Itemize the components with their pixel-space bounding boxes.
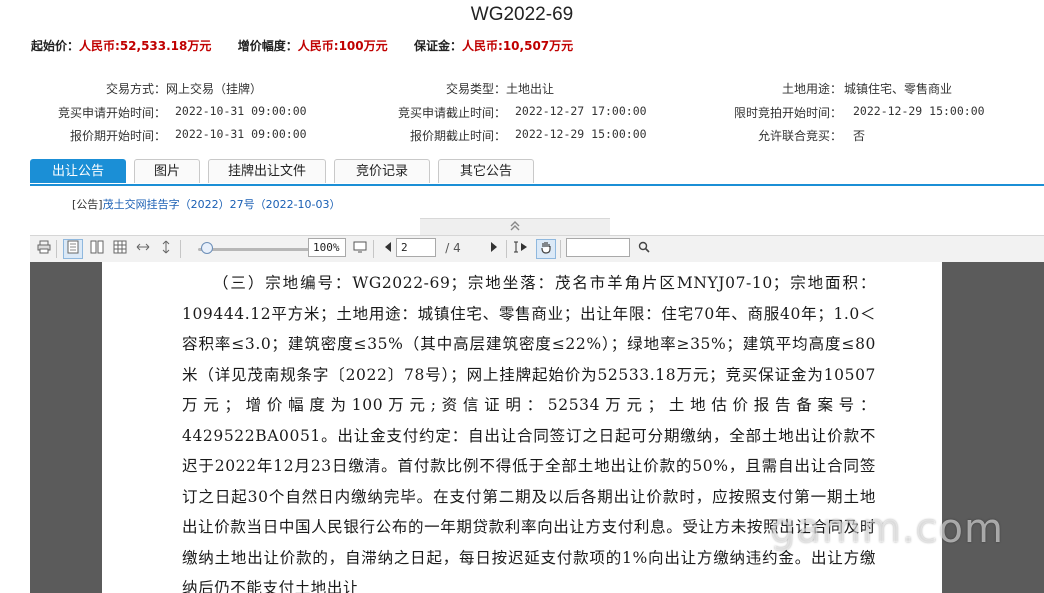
trade-method-value: 网上交易（挂牌） (166, 82, 263, 96)
page-title: WG2022-69 (470, 4, 574, 25)
fit-height-icon[interactable] (156, 239, 176, 259)
zoom-slider-handle[interactable] (201, 242, 213, 254)
trade-method-label: 交易方式： (105, 82, 166, 96)
tab-announcement[interactable]: 出让公告 (30, 159, 126, 183)
notice-tag: [公告] (72, 198, 103, 211)
zoom-field[interactable]: 100% (308, 238, 346, 257)
fullscreen-icon[interactable] (350, 239, 370, 259)
quote-start-label: 报价期开始时间： (69, 129, 166, 143)
land-use-label: 土地用途： (781, 82, 842, 96)
joint-bid-label: 允许联合竞买： (757, 129, 842, 143)
tab-listing-files[interactable]: 挂牌出让文件 (208, 159, 326, 183)
deposit-label: 保证金： (414, 39, 463, 53)
joint-bid-value: 否 (853, 129, 866, 143)
single-page-icon[interactable] (63, 239, 83, 259)
search-icon[interactable] (634, 239, 654, 259)
grid-view-icon[interactable] (110, 239, 130, 259)
chevron-double-up-icon (509, 221, 521, 234)
text-select-icon[interactable] (512, 239, 532, 259)
tab-other-announcements[interactable]: 其它公告 (438, 159, 534, 183)
quote-end-value: 2022-12-29 15:00:00 (515, 127, 647, 141)
notice-link[interactable]: 茂土交网挂告字（2022）27号（2022-10-03） (103, 198, 341, 211)
fit-width-icon[interactable] (133, 239, 153, 259)
two-page-icon[interactable] (87, 239, 107, 259)
tab-bid-records[interactable]: 竞价记录 (334, 159, 430, 183)
tab-images[interactable]: 图片 (134, 159, 200, 183)
auction-time-value: 2022-12-29 15:00:00 (853, 104, 985, 118)
quote-end-label: 报价期截止时间： (409, 129, 506, 143)
prev-page-icon[interactable] (378, 239, 398, 259)
trade-type-label: 交易类型： (445, 82, 506, 96)
apply-end-value: 2022-12-27 17:00:00 (515, 104, 647, 118)
apply-start-label: 竞买申请开始时间： (57, 106, 166, 120)
deposit-value: 人民币:10,507万元 (462, 39, 574, 53)
page-total: / 4 (445, 241, 461, 255)
hand-tool-icon[interactable] (536, 239, 556, 259)
page-number-field[interactable]: 2 (396, 238, 436, 257)
price-summary: 起始价：人民币:52,533.18万元 增价幅度：人民币:100万元 保证金：人… (31, 37, 573, 54)
apply-start-value: 2022-10-31 09:00:00 (175, 104, 307, 118)
print-icon[interactable] (34, 239, 54, 259)
apply-end-label: 竞买申请截止时间： (397, 106, 506, 120)
trade-type-value: 土地出让 (506, 82, 555, 96)
land-use-value: 城镇住宅、零售商业 (844, 82, 953, 96)
tab-underline (30, 184, 1044, 186)
next-page-icon[interactable] (484, 239, 504, 259)
increment-value: 人民币:100万元 (297, 39, 388, 53)
auction-time-label: 限时竞拍开始时间： (733, 106, 842, 120)
pdf-toolbar: 100% 2 / 4 (30, 235, 1044, 263)
search-input[interactable] (566, 238, 630, 257)
collapse-toggle[interactable] (420, 218, 610, 235)
notice-line: [公告]茂土交网挂告字（2022）27号（2022-10-03） (72, 196, 341, 212)
watermark: gamm.com (770, 506, 1004, 552)
increment-label: 增价幅度： (237, 39, 298, 53)
start-price-label: 起始价： (31, 39, 80, 53)
quote-start-value: 2022-10-31 09:00:00 (175, 127, 307, 141)
start-price-value: 人民币:52,533.18万元 (79, 39, 212, 53)
zoom-slider[interactable] (198, 248, 326, 251)
